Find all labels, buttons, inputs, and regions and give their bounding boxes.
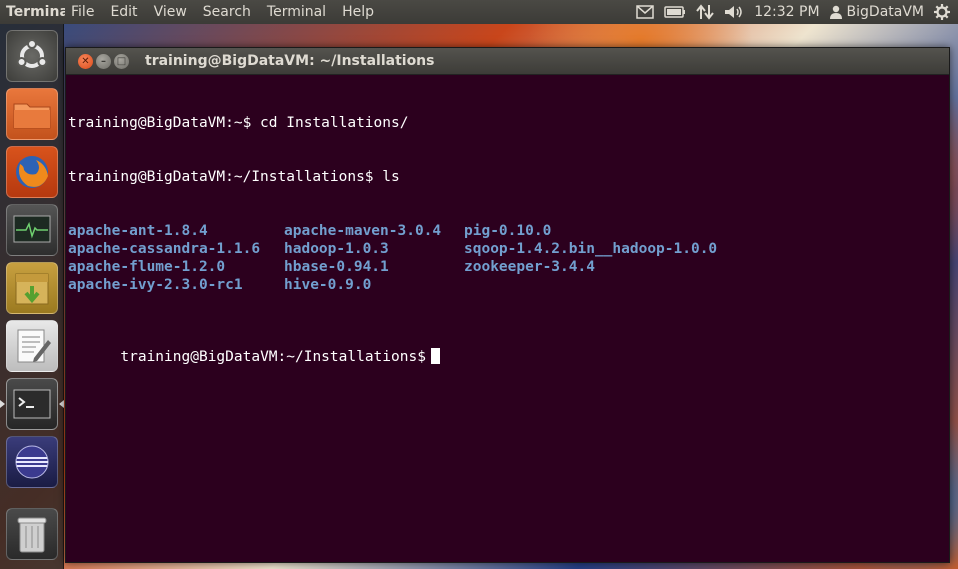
menubar: File Edit View Search Terminal Help [65,4,384,20]
directory-entry [464,276,764,294]
battery-icon[interactable] [664,6,686,18]
gear-icon[interactable] [934,4,950,20]
shell-prompt: training@BigDataVM:~/Installations$ [120,349,426,365]
terminal-launcher[interactable] [6,378,58,430]
trash-icon [17,517,47,553]
clock[interactable]: 12:32 PM [754,4,819,20]
ubuntu-logo-icon [16,39,48,68]
volume-icon[interactable] [724,5,744,19]
terminal-line: training@BigDataVM:~$ cd Installations/ [68,115,409,131]
eclipse-icon [15,445,49,479]
directory-entry: apache-cassandra-1.1.6 [68,241,261,257]
terminal-icon [13,389,51,419]
text-editor-launcher[interactable] [6,320,58,372]
ls-output: apache-ant-1.8.4 apache-maven-3.0.4 pig-… [68,222,949,294]
minimize-button[interactable]: – [96,53,111,69]
files-launcher[interactable] [6,88,58,140]
directory-entry: pig-0.10.0 [464,223,552,239]
firefox-launcher[interactable] [6,146,58,198]
eclipse-launcher[interactable] [6,436,58,488]
maximize-button[interactable]: □ [114,53,129,69]
dash-home-button[interactable] [6,30,58,82]
menu-view[interactable]: View [148,4,197,20]
terminal-output[interactable]: training@BigDataVM:~$ cd Installations/ … [66,75,949,384]
minimize-icon: – [101,55,106,67]
menu-edit[interactable]: Edit [104,4,147,20]
window-titlebar[interactable]: ✕ – □ training@BigDataVM: ~/Installation… [66,48,949,75]
folder-icon [13,103,51,129]
directory-entry: hbase-0.94.1 [284,259,389,275]
close-icon: ✕ [81,55,90,67]
launcher [0,24,64,569]
terminal-window: ✕ – □ training@BigDataVM: ~/Installation… [65,47,950,563]
firefox-icon [16,156,48,188]
directory-entry: sqoop-1.4.2.bin__hadoop-1.0.0 [464,241,718,257]
user-icon [829,5,842,19]
directory-entry: apache-ant-1.8.4 [68,223,208,239]
user-menu[interactable]: BigDataVM [829,4,924,20]
menu-terminal[interactable]: Terminal [261,4,336,20]
archive-icon [15,273,49,305]
network-icon[interactable] [696,4,714,20]
menu-file[interactable]: File [65,4,104,20]
directory-entry: apache-maven-3.0.4 [284,223,442,239]
directory-entry: zookeeper-3.4.4 [464,259,595,275]
close-button[interactable]: ✕ [78,53,93,69]
active-app-title: Terminal [6,4,65,20]
system-monitor-launcher[interactable] [6,204,58,256]
menu-help[interactable]: Help [336,4,384,20]
directory-entry: apache-flume-1.2.0 [68,259,226,275]
directory-entry: hadoop-1.0.3 [284,241,389,257]
prompt-line: training@BigDataVM:~/Installations$ [68,330,949,365]
directory-entry: hive-0.9.0 [284,277,372,293]
trash-launcher[interactable] [6,508,58,560]
focused-indicator-icon [59,400,64,408]
text-editor-icon [17,329,51,363]
text-cursor [430,348,440,364]
menu-search[interactable]: Search [197,4,261,20]
archive-manager-launcher[interactable] [6,262,58,314]
terminal-line: training@BigDataVM:~/Installations$ ls [68,169,400,185]
indicator-area: 12:32 PM BigDataVM [636,4,958,20]
maximize-icon: □ [116,55,127,67]
directory-entry: apache-ivy-2.3.0-rc1 [68,277,243,293]
top-panel: Terminal File Edit View Search Terminal … [0,0,958,24]
system-monitor-icon [13,215,51,243]
window-title: training@BigDataVM: ~/Installations [145,53,435,69]
mail-icon[interactable] [636,5,654,19]
running-indicator-icon [0,400,5,408]
user-name: BigDataVM [846,4,924,20]
